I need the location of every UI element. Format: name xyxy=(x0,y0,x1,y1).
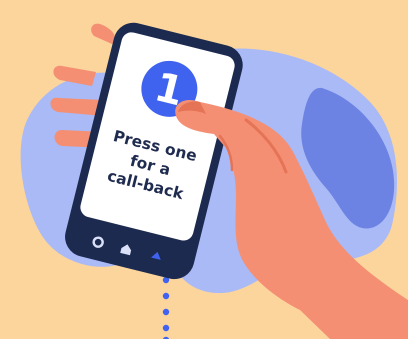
call-back-illustration: 1 Press one for a call-back xyxy=(0,0,408,339)
dotted-line xyxy=(162,276,170,339)
